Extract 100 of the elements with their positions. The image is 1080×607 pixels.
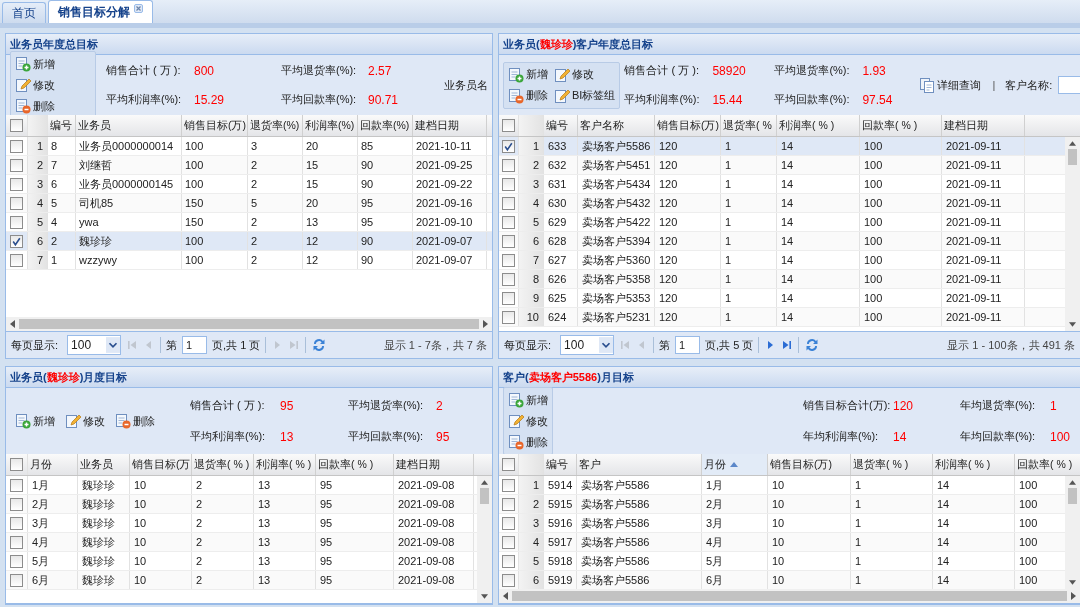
column-header[interactable]: 回款率(%)	[358, 115, 413, 136]
column-header[interactable]: 退货率( % )	[851, 454, 933, 475]
scroll-left-icon[interactable]	[503, 592, 508, 600]
row-checkbox[interactable]	[502, 516, 515, 530]
refresh-icon[interactable]	[804, 337, 821, 353]
row-checkbox[interactable]	[10, 158, 23, 172]
row-checkbox[interactable]	[502, 310, 515, 324]
scroll-down-icon[interactable]	[481, 594, 488, 599]
column-header[interactable]: 销售目标(万)	[182, 115, 248, 136]
column-header[interactable]: 建档日期	[394, 454, 474, 475]
column-header[interactable]: 利润率( % )	[933, 454, 1015, 475]
vertical-scrollbar[interactable]	[1065, 476, 1080, 589]
row-checkbox[interactable]	[10, 516, 23, 530]
column-header[interactable]: 编号	[544, 454, 577, 475]
column-header[interactable]: 月份	[28, 454, 78, 475]
edit-button[interactable]: 修改	[64, 412, 106, 430]
column-header[interactable]: 建档日期	[942, 115, 1025, 136]
scroll-left-icon[interactable]	[10, 320, 15, 328]
row-checkbox[interactable]	[502, 253, 515, 267]
column-header[interactable]: 退货率( % )	[192, 454, 254, 475]
column-header[interactable]: 销售目标(万	[130, 454, 192, 475]
edit-button[interactable]: 修改	[507, 412, 549, 430]
scrollbar-thumb[interactable]	[1068, 488, 1077, 504]
horizontal-scrollbar[interactable]	[6, 317, 492, 331]
row-checkbox[interactable]	[502, 215, 515, 229]
tab[interactable]: 首页	[2, 2, 46, 23]
column-header[interactable]: 回款率( % )	[316, 454, 394, 475]
horizontal-scrollbar[interactable]	[499, 589, 1080, 603]
scrollbar-thumb[interactable]	[480, 488, 489, 504]
detail-search-button[interactable]: 详细查询	[918, 76, 983, 94]
scrollbar-thumb[interactable]	[19, 319, 479, 329]
row-checkbox[interactable]	[10, 573, 23, 587]
row-checkbox[interactable]	[502, 272, 515, 286]
select-all-checkbox[interactable]	[502, 458, 515, 471]
row-checkbox[interactable]	[10, 554, 23, 568]
column-header[interactable]: 利润率( % )	[254, 454, 316, 475]
last-page-icon[interactable]	[781, 339, 794, 351]
tab[interactable]: 销售目标分解	[48, 0, 153, 23]
column-header[interactable]: 建档日期	[413, 115, 487, 136]
row-checkbox[interactable]	[10, 139, 23, 153]
page-size-select[interactable]: 100	[560, 335, 615, 355]
row-checkbox[interactable]	[10, 497, 23, 511]
column-header[interactable]: 编号	[48, 115, 76, 136]
column-header[interactable]: 回款率( % )	[860, 115, 942, 136]
select-all-checkbox[interactable]	[10, 119, 23, 132]
page-number-field[interactable]: 1	[182, 336, 208, 354]
column-header[interactable]: 回款率( % )	[1015, 454, 1080, 475]
add-button[interactable]: 新增	[14, 55, 56, 73]
column-header[interactable]: 利润率(%)	[303, 115, 358, 136]
row-checkbox[interactable]	[10, 535, 23, 549]
delete-button[interactable]: 删除	[507, 433, 549, 451]
edit-button[interactable]: 修改	[14, 76, 56, 94]
caret-icon[interactable]	[599, 336, 614, 354]
edit-button[interactable]: 修改	[553, 65, 617, 84]
row-checkbox[interactable]	[502, 554, 515, 568]
vertical-scrollbar[interactable]	[1065, 137, 1080, 331]
select-all-checkbox[interactable]	[10, 458, 23, 471]
scroll-right-icon[interactable]	[1071, 592, 1076, 600]
scrollbar-thumb[interactable]	[512, 591, 1067, 601]
add-button[interactable]: 新增	[507, 391, 549, 409]
scrollbar-thumb[interactable]	[1068, 149, 1077, 165]
column-header[interactable]: 业务员	[76, 115, 182, 136]
column-header[interactable]: 退货率(%)	[248, 115, 303, 136]
row-checkbox[interactable]	[502, 291, 515, 305]
scroll-down-icon[interactable]	[1069, 322, 1076, 327]
column-header[interactable]: 客户名称	[578, 115, 655, 136]
column-header[interactable]: 业务员	[78, 454, 130, 475]
select-all-checkbox[interactable]	[502, 119, 515, 132]
row-checkbox[interactable]	[502, 535, 515, 549]
delete-button[interactable]: 删除	[507, 86, 549, 105]
row-checkbox[interactable]	[502, 177, 515, 191]
refresh-icon[interactable]	[311, 337, 328, 353]
row-checkbox[interactable]	[10, 177, 23, 191]
scroll-right-icon[interactable]	[483, 320, 488, 328]
column-header[interactable]: 月份	[702, 454, 768, 475]
row-checkbox[interactable]	[502, 158, 515, 172]
page-size-select[interactable]: 100	[67, 335, 122, 355]
delete-button[interactable]: 删除	[114, 412, 156, 430]
delete-button[interactable]: 删除	[14, 97, 56, 115]
page-number-field[interactable]: 1	[675, 336, 701, 354]
row-checkbox[interactable]	[502, 497, 515, 511]
column-header[interactable]: 编号	[544, 115, 578, 136]
scroll-up-icon[interactable]	[481, 480, 488, 485]
column-header[interactable]: 退货率( %	[721, 115, 777, 136]
add-button[interactable]: 新增	[14, 412, 56, 430]
row-checkbox[interactable]	[10, 478, 23, 492]
column-header[interactable]: 销售目标(万)	[768, 454, 851, 475]
column-header[interactable]: 销售目标(万)	[655, 115, 721, 136]
close-icon[interactable]	[134, 4, 143, 13]
scroll-up-icon[interactable]	[1069, 480, 1076, 485]
row-checkbox[interactable]	[10, 215, 23, 229]
row-checkbox[interactable]	[10, 196, 23, 210]
column-header[interactable]: 利润率( % )	[777, 115, 860, 136]
scroll-down-icon[interactable]	[1069, 580, 1076, 585]
edit-button[interactable]: BI标签组	[553, 86, 617, 105]
row-checkbox[interactable]	[502, 478, 515, 492]
scroll-up-icon[interactable]	[1069, 141, 1076, 146]
add-button[interactable]: 新增	[507, 65, 549, 84]
row-checkbox[interactable]	[10, 234, 23, 248]
caret-icon[interactable]	[106, 336, 121, 354]
